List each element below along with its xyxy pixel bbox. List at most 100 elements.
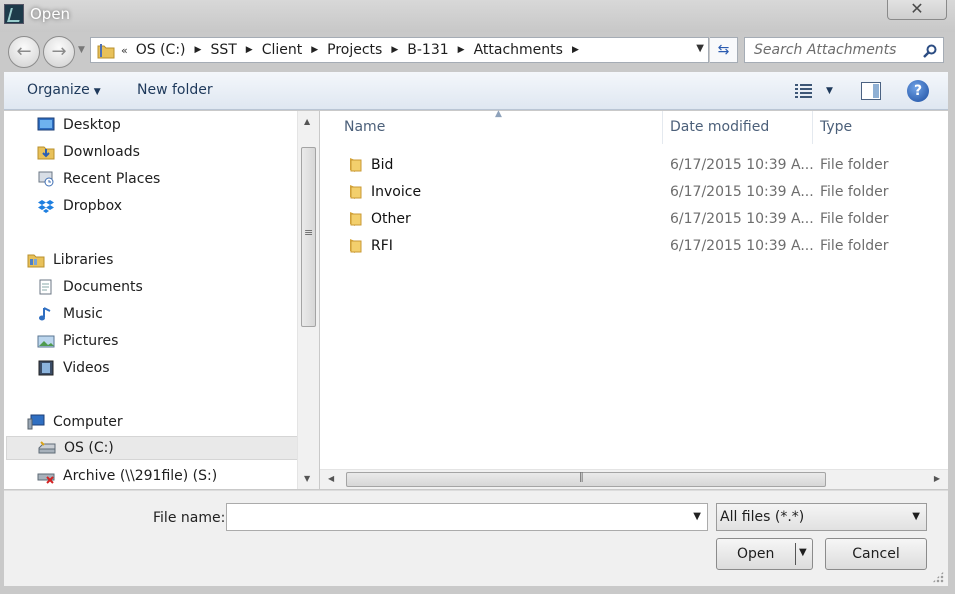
folder-icon xyxy=(97,43,115,59)
search-icon[interactable] xyxy=(923,42,937,58)
sidebar-item-label: Music xyxy=(63,306,103,322)
sidebar-item-archive-drive[interactable]: Archive (\\291file) (S:) xyxy=(37,464,217,488)
address-history-dropdown[interactable]: ▼ xyxy=(696,43,704,54)
organize-button[interactable]: Organize ▼ xyxy=(27,82,101,98)
open-button[interactable]: Open ▼ xyxy=(716,538,813,570)
documents-icon xyxy=(37,279,55,295)
open-options-dropdown[interactable]: ▼ xyxy=(799,547,807,558)
sidebar-item-label: Archive (\\291file) (S:) xyxy=(63,468,218,484)
folder-icon xyxy=(347,184,363,200)
back-button[interactable]: ← xyxy=(8,36,40,68)
sidebar-item-recent-places[interactable]: Recent Places xyxy=(37,167,160,191)
scrollbar-thumb[interactable] xyxy=(346,472,826,487)
list-item[interactable]: Other 6/17/2015 10:39 A... File folder xyxy=(320,207,948,234)
scroll-down-icon[interactable]: ▼ xyxy=(304,474,310,483)
column-divider[interactable] xyxy=(662,111,663,144)
dropbox-icon xyxy=(37,198,55,214)
breadcrumb-item[interactable]: OS (C:) xyxy=(136,42,186,58)
file-name: RFI xyxy=(371,238,393,254)
recent-locations-dropdown[interactable]: ▼ xyxy=(78,45,85,55)
column-divider[interactable] xyxy=(812,111,813,144)
view-options-dropdown[interactable]: ▼ xyxy=(826,86,833,96)
breadcrumb-separator-icon[interactable]: ▶ xyxy=(195,45,202,55)
sidebar-item-videos[interactable]: Videos xyxy=(37,356,110,380)
arrow-right-icon: → xyxy=(51,41,67,62)
sidebar-item-libraries[interactable]: Libraries xyxy=(27,248,113,272)
split-divider xyxy=(795,543,796,565)
column-header-type[interactable]: Type xyxy=(820,111,852,144)
refresh-button[interactable]: ⇆ xyxy=(710,37,738,63)
breadcrumb-separator-icon[interactable]: ▶ xyxy=(311,45,318,55)
sidebar-item-dropbox[interactable]: Dropbox xyxy=(37,194,122,218)
file-list: Name ▲ Date modified Type Bid 6/17/2015 … xyxy=(320,109,948,469)
sidebar-item-computer[interactable]: Computer xyxy=(27,410,123,434)
breadcrumb-separator-icon[interactable]: ▶ xyxy=(572,45,579,55)
scroll-left-icon[interactable]: ◀ xyxy=(328,474,334,483)
close-button[interactable]: ✕ xyxy=(887,0,947,20)
network-drive-disconnected-icon xyxy=(37,468,55,484)
arrow-left-icon: ← xyxy=(16,41,32,62)
chevron-down-icon[interactable]: ▼ xyxy=(693,511,701,522)
scroll-right-icon[interactable]: ▶ xyxy=(934,474,940,483)
window-title: Open xyxy=(30,5,71,23)
downloads-icon xyxy=(37,144,55,160)
open-button-label: Open xyxy=(737,546,775,562)
navigation-bar: ← → ▼ « OS (C:) ▶ SST ▶ Client ▶ Project… xyxy=(0,32,955,70)
sidebar-item-label: Documents xyxy=(63,279,143,295)
sidebar-item-label: Pictures xyxy=(63,333,119,349)
list-item[interactable]: Invoice 6/17/2015 10:39 A... File folder xyxy=(320,180,948,207)
sidebar-item-music[interactable]: Music xyxy=(37,302,103,326)
sidebar-item-label: Libraries xyxy=(53,252,114,268)
file-type-filter[interactable]: All files (*.*) ▼ xyxy=(716,503,927,531)
pictures-icon xyxy=(37,333,55,349)
file-name-input[interactable]: ▼ xyxy=(226,503,708,531)
breadcrumb-overflow[interactable]: « xyxy=(121,44,128,57)
breadcrumb-item[interactable]: B-131 xyxy=(407,42,448,58)
sidebar-item-label: Dropbox xyxy=(63,198,122,214)
sort-ascending-icon: ▲ xyxy=(495,109,502,119)
sidebar-item-label: Computer xyxy=(53,414,123,430)
sidebar-item-documents[interactable]: Documents xyxy=(37,275,143,299)
navigation-pane-scrollbar[interactable]: ▲ ▼ xyxy=(297,111,319,489)
forward-button[interactable]: → xyxy=(43,36,75,68)
sidebar-item-os-drive[interactable]: OS (C:) xyxy=(6,436,299,460)
scroll-up-icon[interactable]: ▲ xyxy=(304,117,310,126)
column-header-date-modified[interactable]: Date modified xyxy=(670,111,769,144)
videos-icon xyxy=(37,360,55,376)
list-item[interactable]: RFI 6/17/2015 10:39 A... File folder xyxy=(320,234,948,261)
folder-icon xyxy=(347,238,363,254)
breadcrumb-separator-icon[interactable]: ▶ xyxy=(391,45,398,55)
libraries-icon xyxy=(27,252,45,268)
refresh-icon: ⇆ xyxy=(717,42,730,58)
sidebar-item-label: Desktop xyxy=(63,117,121,133)
help-icon[interactable]: ? xyxy=(907,80,929,102)
cancel-button[interactable]: Cancel xyxy=(825,538,927,570)
sidebar-item-pictures[interactable]: Pictures xyxy=(37,329,118,353)
dialog-footer: File name: ▼ All files (*.*) ▼ Open ▼ Ca… xyxy=(4,490,948,586)
sidebar-item-desktop[interactable]: Desktop xyxy=(37,113,121,137)
computer-icon xyxy=(27,414,45,430)
chevron-down-icon: ▼ xyxy=(93,87,101,97)
breadcrumb-item[interactable]: Attachments xyxy=(474,42,563,58)
organize-label: Organize xyxy=(27,82,90,98)
folder-icon xyxy=(347,157,363,173)
scrollbar-thumb[interactable] xyxy=(301,147,316,327)
resize-grip-icon[interactable] xyxy=(932,571,944,583)
file-list-horizontal-scrollbar[interactable]: ◀ ▶ xyxy=(320,469,948,489)
breadcrumb-separator-icon[interactable]: ▶ xyxy=(458,45,465,55)
breadcrumb-item[interactable]: SST xyxy=(210,42,236,58)
breadcrumb-separator-icon[interactable]: ▶ xyxy=(246,45,253,55)
breadcrumb-item[interactable]: Client xyxy=(262,42,303,58)
new-folder-button[interactable]: New folder xyxy=(137,82,213,98)
address-bar[interactable]: « OS (C:) ▶ SST ▶ Client ▶ Projects ▶ B-… xyxy=(90,37,709,63)
sidebar-item-downloads[interactable]: Downloads xyxy=(37,140,140,164)
preview-pane-icon[interactable] xyxy=(861,82,881,100)
recent-places-icon xyxy=(37,171,55,187)
list-item[interactable]: Bid 6/17/2015 10:39 A... File folder xyxy=(320,153,948,180)
app-icon xyxy=(4,4,24,24)
view-options-icon[interactable] xyxy=(794,82,814,100)
breadcrumb-item[interactable]: Projects xyxy=(327,42,382,58)
file-type: File folder xyxy=(820,238,889,254)
column-header-name[interactable]: Name xyxy=(344,111,385,144)
search-input[interactable]: Search Attachments xyxy=(744,37,944,63)
